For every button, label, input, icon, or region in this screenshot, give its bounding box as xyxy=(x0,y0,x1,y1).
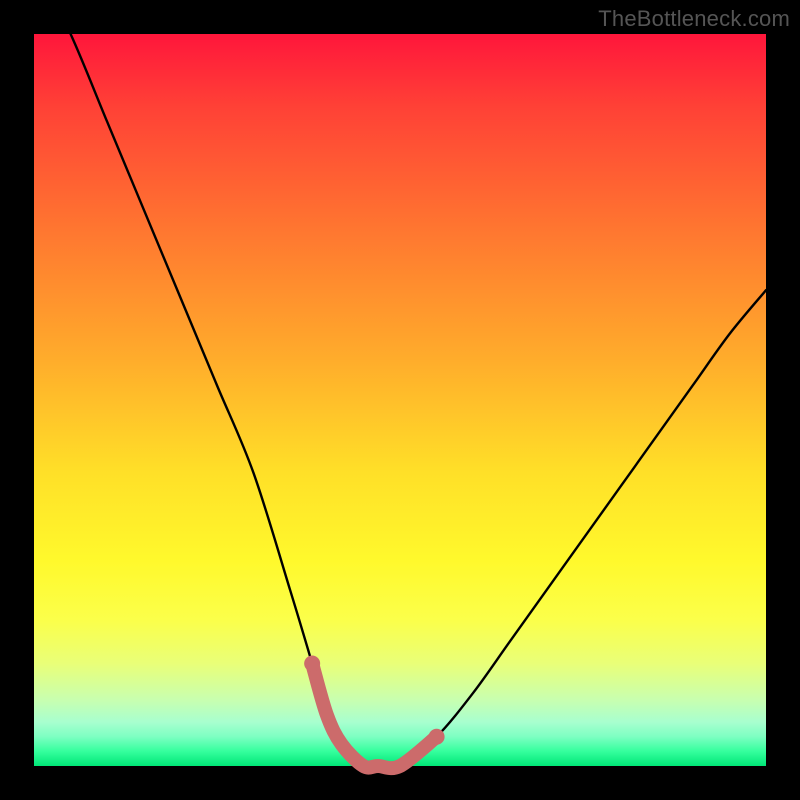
plot-area xyxy=(34,34,766,766)
watermark-text: TheBottleneck.com xyxy=(598,6,790,32)
curve-svg xyxy=(34,34,766,766)
highlight-endpoint-dot xyxy=(429,729,445,745)
highlight-endpoint-dot xyxy=(304,656,320,672)
chart-frame: TheBottleneck.com xyxy=(0,0,800,800)
bottleneck-curve xyxy=(34,0,766,768)
optimal-band-highlight xyxy=(312,664,436,769)
